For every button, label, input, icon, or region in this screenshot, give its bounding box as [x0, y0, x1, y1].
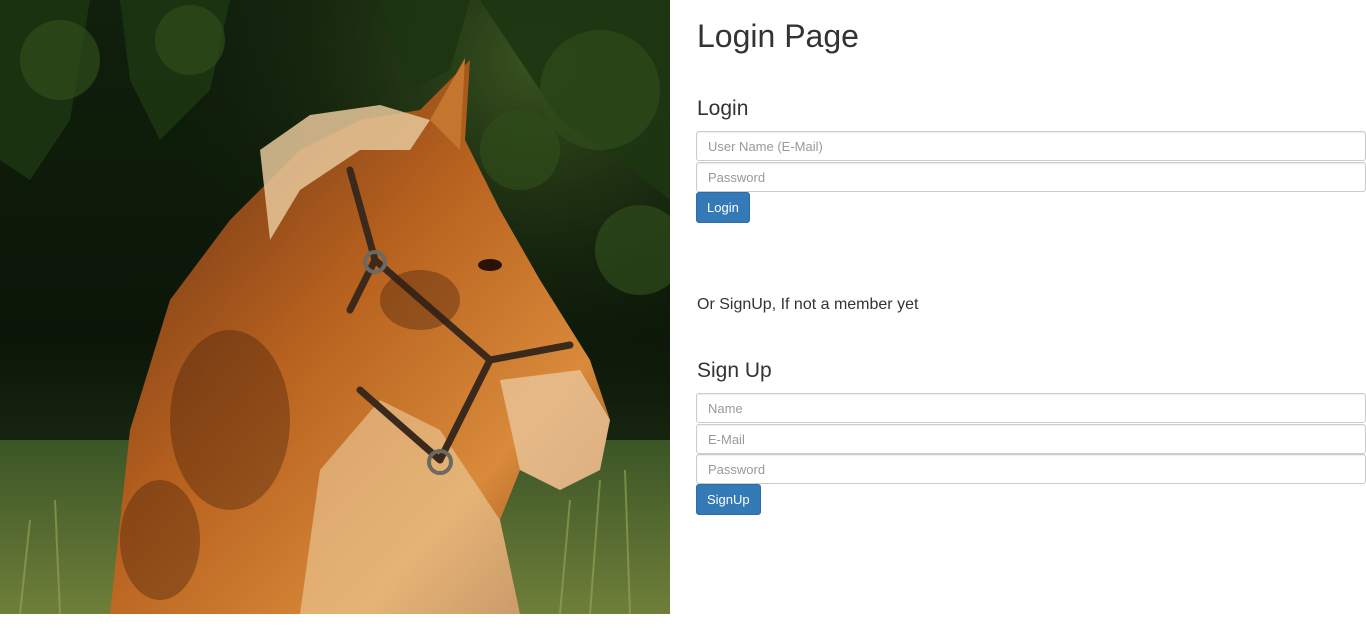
signup-button[interactable]: SignUp — [696, 484, 761, 515]
page-title: Login Page — [697, 18, 859, 54]
signup-email-input[interactable] — [696, 424, 1366, 454]
signup-heading: Sign Up — [697, 359, 772, 382]
hero-photo-horse — [0, 0, 670, 614]
login-heading: Login — [697, 97, 749, 120]
signup-prompt-text: Or SignUp, If not a member yet — [697, 296, 919, 313]
login-username-input[interactable] — [696, 131, 1366, 161]
login-button[interactable]: Login — [696, 192, 750, 223]
login-password-input[interactable] — [696, 162, 1366, 192]
signup-password-input[interactable] — [696, 454, 1366, 484]
signup-name-input[interactable] — [696, 393, 1366, 423]
